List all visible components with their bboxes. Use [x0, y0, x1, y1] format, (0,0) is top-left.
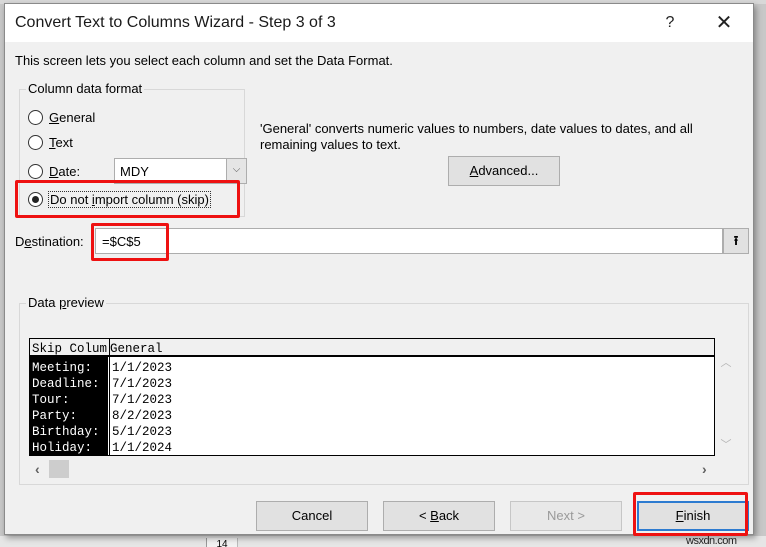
highlight-finish [633, 492, 748, 536]
radio-date-label: Date: [49, 163, 81, 179]
title-bar: Convert Text to Columns Wizard - Step 3 … [5, 4, 753, 42]
preview-cell: Deadline: [32, 377, 100, 391]
scroll-up-icon[interactable]: ︿ [719, 354, 733, 370]
scroll-right-icon[interactable]: › [702, 461, 707, 477]
preview-cell: Holiday: [32, 441, 93, 455]
radio-general-label: General [49, 109, 96, 125]
preview-cell: Party: [32, 409, 78, 423]
background-spreadsheet-bottom [0, 536, 766, 547]
radio-text-circle[interactable] [28, 134, 43, 150]
next-button[interactable]: Next > [510, 501, 622, 531]
radio-text[interactable]: Text [28, 132, 73, 152]
destination-label: Destination: [15, 234, 84, 249]
help-icon[interactable]: ? [660, 13, 680, 33]
radio-general-circle[interactable] [28, 109, 43, 125]
background-row-number: 14 [206, 538, 238, 547]
preview-cell: 7/1/2023 [112, 377, 173, 391]
preview-cell: 7/1/2023 [112, 393, 173, 407]
radio-date[interactable]: Date: [28, 161, 80, 181]
preview-cell: 1/1/2023 [112, 361, 173, 375]
preview-cell: 1/1/2024 [112, 441, 173, 455]
dialog-title: Convert Text to Columns Wizard - Step 3 … [15, 14, 336, 31]
preview-cell: 5/1/2023 [112, 425, 173, 439]
highlight-skip-option [15, 180, 240, 218]
preview-cell: Meeting: [32, 361, 93, 375]
preview-cell: 8/2/2023 [112, 409, 173, 423]
column-data-format-legend: Column data format [26, 81, 145, 96]
preview-cell: Birthday: [32, 425, 100, 439]
preview-header-skip[interactable]: Skip Colum [32, 342, 108, 356]
cancel-button[interactable]: Cancel [256, 501, 368, 531]
horizontal-scrollbar-thumb[interactable] [49, 460, 69, 478]
radio-date-circle[interactable] [28, 163, 43, 179]
radio-general[interactable]: General [28, 107, 95, 127]
intro-text: This screen lets you select each column … [15, 53, 393, 68]
format-description: 'General' converts numeric values to num… [260, 121, 693, 152]
watermark: wsxdn.com [686, 535, 737, 547]
back-button[interactable]: < Back [383, 501, 495, 531]
scroll-left-icon[interactable]: ‹ [35, 461, 40, 477]
date-format-value: MDY [120, 164, 149, 179]
advanced-button[interactable]: Advanced... [448, 156, 560, 186]
scroll-down-icon[interactable]: ﹀ [719, 436, 733, 452]
convert-text-to-columns-dialog: Convert Text to Columns Wizard - Step 3 … [4, 3, 754, 536]
data-preview-legend: Data preview [26, 295, 106, 310]
preview-column-separator [109, 339, 110, 455]
radio-text-label: Text [49, 134, 73, 150]
collapse-dialog-icon[interactable]: ⭱ [723, 228, 749, 254]
preview-cell: Tour: [32, 393, 70, 407]
highlight-destination [91, 223, 169, 261]
data-preview-table[interactable]: Skip Colum General Meeting: 1/1/2023 Dea… [29, 338, 715, 456]
close-icon[interactable]: ✕ [714, 13, 734, 33]
preview-header-row: Skip Colum General [30, 339, 714, 357]
destination-input[interactable]: =$C$5 [95, 228, 723, 254]
preview-header-general[interactable]: General [110, 342, 163, 356]
